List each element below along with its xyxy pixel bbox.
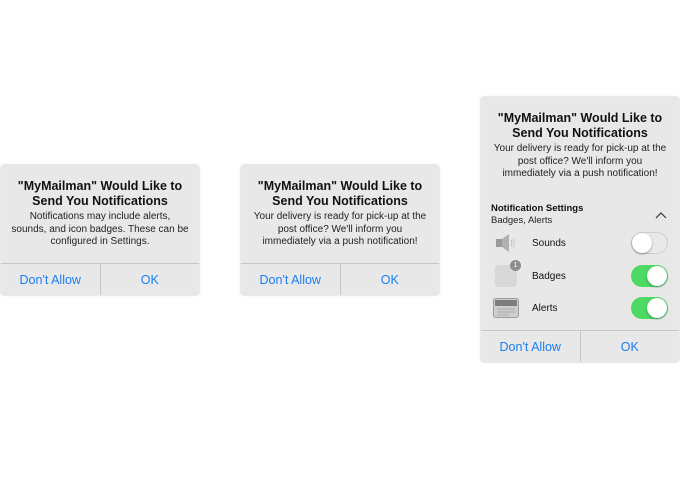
banner-alert-icon — [493, 295, 519, 321]
badges-toggle[interactable] — [631, 265, 668, 287]
alert-button-row: Don't Allow OK — [1, 263, 199, 295]
notification-settings-header[interactable]: Notification Settings Badges, Alerts — [481, 203, 679, 229]
dont-allow-button[interactable]: Don't Allow — [1, 264, 100, 295]
setting-row-badges: 1 Badges — [481, 260, 679, 292]
sounds-toggle[interactable] — [631, 232, 668, 254]
toggle-knob — [632, 233, 652, 253]
toggle-knob — [647, 266, 667, 286]
setting-label: Badges — [532, 270, 566, 282]
toggle-knob — [647, 298, 667, 318]
permission-alert-with-settings: "MyMailman" Would Like to Send You Notif… — [481, 97, 679, 362]
setting-label: Alerts — [532, 302, 558, 314]
dont-allow-button[interactable]: Don't Allow — [481, 331, 580, 362]
permission-alert-simple: "MyMailman" Would Like to Send You Notif… — [1, 165, 199, 295]
setting-row-sounds: Sounds — [481, 227, 679, 259]
alert-message: Notifications may include alerts, sounds… — [11, 211, 189, 247]
ok-button[interactable]: OK — [99, 264, 200, 295]
chevron-up-icon[interactable] — [655, 211, 667, 219]
alert-title: "MyMailman" Would Like to Send You Notif… — [497, 111, 663, 140]
settings-title: Notification Settings — [491, 202, 584, 214]
alert-title: "MyMailman" Would Like to Send You Notif… — [257, 179, 423, 208]
alert-button-row: Don't Allow OK — [481, 330, 679, 362]
badge-icon: 1 — [493, 260, 521, 289]
alert-message: Your delivery is ready for pick-up at th… — [493, 143, 667, 179]
setting-label: Sounds — [532, 237, 566, 249]
alerts-toggle[interactable] — [631, 297, 668, 319]
permission-alert-custom-message: "MyMailman" Would Like to Send You Notif… — [241, 165, 439, 295]
alert-button-row: Don't Allow OK — [241, 263, 439, 295]
dont-allow-button[interactable]: Don't Allow — [241, 264, 340, 295]
ok-button[interactable]: OK — [339, 264, 440, 295]
badge-count: 1 — [510, 260, 521, 271]
app-icon-placeholder: 1 — [495, 260, 521, 287]
setting-row-alerts: Alerts — [481, 292, 679, 324]
settings-summary: Badges, Alerts — [491, 214, 553, 226]
speaker-icon — [493, 230, 519, 256]
alert-title: "MyMailman" Would Like to Send You Notif… — [17, 179, 183, 208]
alert-message: Your delivery is ready for pick-up at th… — [253, 211, 427, 247]
ok-button[interactable]: OK — [579, 331, 680, 362]
